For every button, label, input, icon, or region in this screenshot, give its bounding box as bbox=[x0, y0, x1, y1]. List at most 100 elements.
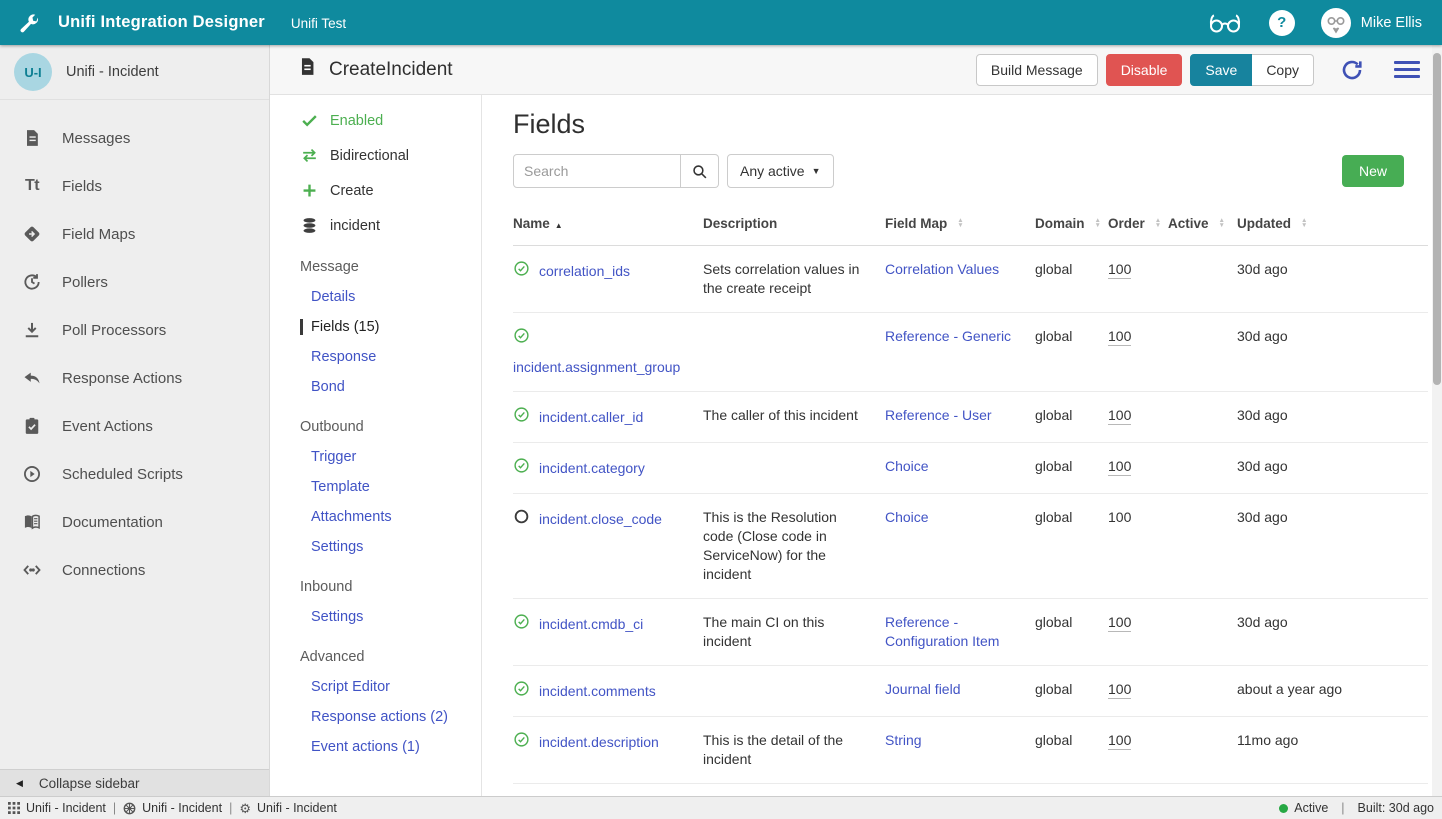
sidebar-item-messages[interactable]: Messages bbox=[0, 114, 269, 162]
subnav-link[interactable]: Attachments bbox=[300, 509, 481, 525]
connections-icon bbox=[21, 560, 43, 580]
sidebar-item-response-actions[interactable]: Response Actions bbox=[0, 354, 269, 402]
field-name-link[interactable]: incident.assignment_group bbox=[513, 358, 680, 377]
subnav-link[interactable]: Template bbox=[300, 479, 481, 495]
field-name-link[interactable]: incident.comments bbox=[539, 682, 656, 701]
field-map-link[interactable]: String bbox=[885, 732, 922, 748]
field-name-link[interactable]: incident.close_code bbox=[539, 510, 662, 529]
sidebar-item-event-actions[interactable]: Event Actions bbox=[0, 402, 269, 450]
sidebar-item-pollers[interactable]: Pollers bbox=[0, 258, 269, 306]
field-name-link[interactable]: incident.category bbox=[539, 459, 645, 478]
field-order[interactable]: 100 bbox=[1108, 509, 1131, 525]
scrollbar-thumb[interactable] bbox=[1433, 53, 1441, 385]
subnav-section-inbound: Inbound Settings bbox=[300, 579, 481, 625]
wheel-icon bbox=[123, 802, 136, 815]
column-header-label: Domain bbox=[1035, 216, 1085, 231]
field-name-link[interactable]: incident.caller_id bbox=[539, 408, 643, 427]
save-button[interactable]: Save bbox=[1190, 54, 1252, 86]
status-create[interactable]: Create bbox=[300, 181, 481, 200]
new-button[interactable]: New bbox=[1342, 155, 1404, 187]
sidebar-item-connections[interactable]: Connections bbox=[0, 546, 269, 594]
integration-header[interactable]: U-I Unifi - Incident bbox=[0, 45, 269, 100]
collapse-sidebar-button[interactable]: ◀ Collapse sidebar bbox=[0, 769, 269, 796]
statusbar-tab-process[interactable]: Unifi - Incident bbox=[123, 801, 222, 815]
field-updated: 30d ago bbox=[1237, 260, 1428, 279]
field-map-link[interactable]: Reference - User bbox=[885, 407, 992, 423]
table-row: correlation_ids Sets correlation values … bbox=[513, 246, 1428, 313]
active-check-icon bbox=[513, 731, 530, 753]
column-header[interactable]: Field Map bbox=[885, 216, 1035, 231]
subnav-link[interactable]: Details bbox=[300, 289, 481, 305]
field-map-link[interactable]: Choice bbox=[885, 509, 929, 525]
statusbar-tab-settings[interactable]: ⚙ Unifi - Incident bbox=[239, 801, 337, 815]
field-order[interactable]: 100 bbox=[1108, 681, 1131, 699]
menu-icon[interactable] bbox=[1394, 61, 1420, 78]
subnav-link[interactable]: Trigger bbox=[300, 449, 481, 465]
field-order[interactable]: 100 bbox=[1108, 407, 1131, 425]
statusbar-tab-integration[interactable]: Unifi - Incident bbox=[8, 801, 106, 815]
sidebar-item-label: Field Maps bbox=[62, 226, 135, 243]
scheduled-scripts-icon bbox=[21, 464, 43, 484]
field-name-link[interactable]: incident.description bbox=[539, 733, 659, 752]
field-order[interactable]: 100 bbox=[1108, 732, 1131, 750]
sidebar-item-field-maps[interactable]: Field Maps bbox=[0, 210, 269, 258]
refresh-icon[interactable] bbox=[1340, 58, 1364, 82]
pollers-icon bbox=[21, 272, 43, 292]
disable-button[interactable]: Disable bbox=[1106, 54, 1183, 86]
bidirectional-label: Bidirectional bbox=[330, 148, 409, 164]
field-name-link[interactable]: correlation_ids bbox=[539, 262, 630, 281]
scrollbar-track[interactable] bbox=[1432, 45, 1442, 796]
subnav-link[interactable]: Fields (15) bbox=[300, 319, 481, 335]
environment-label[interactable]: Unifi Test bbox=[291, 16, 346, 31]
field-updated: about a year ago bbox=[1237, 680, 1428, 699]
subnav-link[interactable]: Response actions (2) bbox=[300, 709, 481, 725]
field-order[interactable]: 100 bbox=[1108, 614, 1131, 632]
section-title: Inbound bbox=[300, 579, 481, 595]
field-order[interactable]: 100 bbox=[1108, 261, 1131, 279]
search-icon bbox=[691, 163, 708, 180]
field-map-link[interactable]: Correlation Values bbox=[885, 261, 999, 277]
column-header[interactable]: Domain bbox=[1035, 216, 1108, 231]
subnav-link[interactable]: Settings bbox=[300, 539, 481, 555]
column-header-label: Order bbox=[1108, 216, 1145, 231]
status-bar: Unifi - Incident | Unifi - Incident | ⚙ … bbox=[0, 796, 1442, 819]
subnav-link[interactable]: Event actions (1) bbox=[300, 739, 481, 755]
subnav-link[interactable]: Bond bbox=[300, 379, 481, 395]
column-header[interactable]: Updated bbox=[1237, 216, 1428, 231]
field-name-link[interactable]: incident.cmdb_ci bbox=[539, 615, 643, 634]
field-order[interactable]: 100 bbox=[1108, 458, 1131, 476]
user-menu[interactable]: Mike Ellis bbox=[1321, 8, 1422, 38]
field-map-link[interactable]: Journal field bbox=[885, 681, 961, 697]
app-title: Unifi Integration Designer bbox=[58, 13, 265, 32]
status-enabled[interactable]: Enabled bbox=[300, 111, 481, 130]
sidebar-item-label: Fields bbox=[62, 178, 102, 195]
copy-button[interactable]: Copy bbox=[1252, 54, 1314, 86]
search-button[interactable] bbox=[681, 154, 719, 188]
status-bidirectional[interactable]: Bidirectional bbox=[300, 146, 481, 165]
field-map-link[interactable]: Reference - Generic bbox=[885, 328, 1011, 344]
column-header[interactable]: Description bbox=[703, 216, 885, 231]
field-map-link[interactable]: Reference - Configuration Item bbox=[885, 614, 999, 649]
subnav-link[interactable]: Response bbox=[300, 349, 481, 365]
column-header[interactable]: Name bbox=[513, 216, 703, 231]
sidebar-item-poll-processors[interactable]: Poll Processors bbox=[0, 306, 269, 354]
active-filter-dropdown[interactable]: Any active ▼ bbox=[727, 154, 834, 188]
sidebar-item-scheduled-scripts[interactable]: Scheduled Scripts bbox=[0, 450, 269, 498]
subnav-link[interactable]: Script Editor bbox=[300, 679, 481, 695]
sidebar-item-documentation[interactable]: Documentation bbox=[0, 498, 269, 546]
field-map-link[interactable]: Choice bbox=[885, 458, 929, 474]
field-order[interactable]: 100 bbox=[1108, 328, 1131, 346]
sidebar-menu: Messages Tt Fields Field Maps Pollers Po… bbox=[0, 100, 269, 769]
status-table[interactable]: incident bbox=[300, 216, 481, 235]
subnav-link[interactable]: Settings bbox=[300, 609, 481, 625]
help-icon[interactable]: ? bbox=[1269, 10, 1295, 36]
field-domain: global bbox=[1035, 406, 1108, 425]
column-header[interactable]: Active bbox=[1168, 216, 1237, 231]
sidebar-item-fields[interactable]: Tt Fields bbox=[0, 162, 269, 210]
search-input[interactable] bbox=[513, 154, 681, 188]
build-message-button[interactable]: Build Message bbox=[976, 54, 1098, 86]
table-row: incident.description This is the detail … bbox=[513, 717, 1428, 784]
glasses-icon[interactable] bbox=[1207, 12, 1243, 34]
column-header[interactable]: Order bbox=[1108, 216, 1168, 231]
integration-name: Unifi - Incident bbox=[66, 64, 159, 80]
